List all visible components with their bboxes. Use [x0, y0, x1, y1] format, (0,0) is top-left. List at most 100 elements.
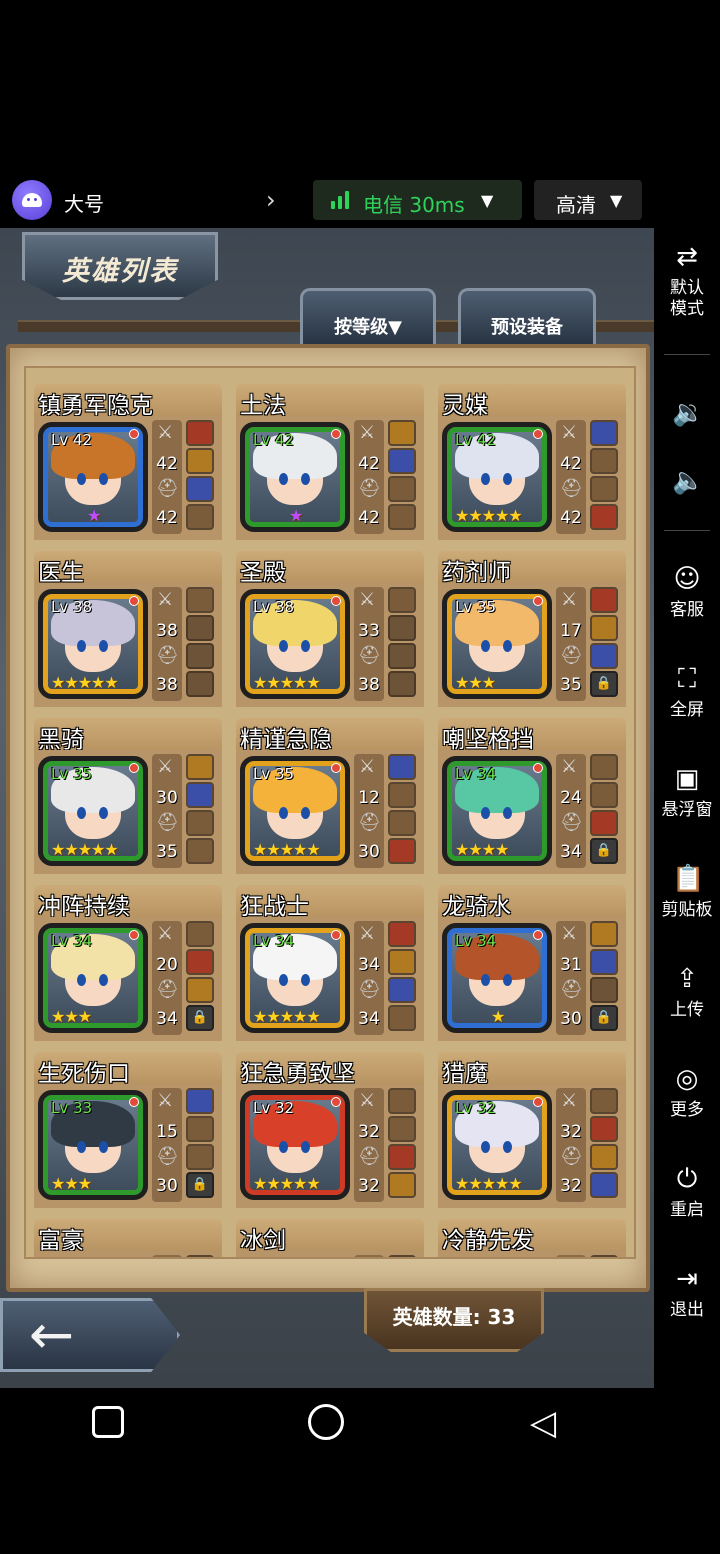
- equipment-slot[interactable]: [186, 1255, 214, 1257]
- hero-card[interactable]: 狂急勇致坚 Lv 32 ★★★★★ ⚔ ⛑ 32 32: [236, 1052, 424, 1208]
- equipment-slot[interactable]: [388, 476, 416, 502]
- hero-portrait[interactable]: [442, 1257, 552, 1259]
- equipment-slot[interactable]: [590, 1144, 618, 1170]
- equipment-slot[interactable]: [388, 810, 416, 836]
- equipment-slot[interactable]: [590, 949, 618, 975]
- equipment-slot[interactable]: [186, 587, 214, 613]
- equipment-slot[interactable]: [590, 921, 618, 947]
- hero-portrait[interactable]: Lv 32 ★★★★★: [240, 1090, 350, 1200]
- equipment-slot[interactable]: [388, 587, 416, 613]
- hero-card[interactable]: 镇勇军隐克 Lv 42 ★ ⚔ ⛑ 42 42: [34, 384, 222, 540]
- hero-card[interactable]: 土法 Lv 42 ★ ⚔ ⛑ 42 42: [236, 384, 424, 540]
- hero-portrait[interactable]: Lv 34 ★★★★★: [240, 923, 350, 1033]
- equipment-slot[interactable]: [590, 754, 618, 780]
- equipment-slot[interactable]: [590, 476, 618, 502]
- equipment-slot[interactable]: [590, 1088, 618, 1114]
- equipment-slot[interactable]: [186, 1116, 214, 1142]
- chevron-right-icon[interactable]: ›: [266, 186, 276, 214]
- volume-down-button[interactable]: 🔈: [654, 466, 720, 496]
- hero-card[interactable]: 猎魔 Lv 32 ★★★★★ ⚔ ⛑ 32 32: [438, 1052, 626, 1208]
- hero-portrait[interactable]: Lv 38 ★★★★★: [240, 589, 350, 699]
- upload-button[interactable]: ⇪ 上传: [654, 964, 720, 1021]
- equipment-slot[interactable]: [186, 921, 214, 947]
- equipment-slot[interactable]: [388, 754, 416, 780]
- equipment-slot[interactable]: [186, 977, 214, 1003]
- support-button[interactable]: ☺ 客服: [654, 564, 720, 621]
- equipment-slot[interactable]: [590, 1172, 618, 1198]
- preset-equipment-tab[interactable]: 预设装备: [458, 288, 596, 344]
- hero-portrait[interactable]: Lv 42 ★: [38, 422, 148, 532]
- hero-portrait[interactable]: Lv 35 ★★★: [442, 589, 552, 699]
- equipment-slot[interactable]: [590, 420, 618, 446]
- equipment-slot[interactable]: [590, 587, 618, 613]
- hero-card[interactable]: 冰剑 ⚔⛑: [236, 1219, 424, 1259]
- home-icon[interactable]: [308, 1404, 344, 1440]
- float-window-button[interactable]: ▣ 悬浮窗: [654, 764, 720, 821]
- hero-portrait[interactable]: Lv 35 ★★★★★: [240, 756, 350, 866]
- hero-card[interactable]: 冷静先发 ⚔⛑: [438, 1219, 626, 1259]
- recent-apps-icon[interactable]: [92, 1406, 124, 1438]
- hero-portrait[interactable]: Lv 33 ★★★: [38, 1090, 148, 1200]
- locked-slot-icon[interactable]: 🔒: [590, 671, 618, 697]
- hero-portrait[interactable]: Lv 34 ★★★: [38, 923, 148, 1033]
- equipment-slot[interactable]: [388, 1005, 416, 1031]
- equipment-slot[interactable]: [186, 615, 214, 641]
- hero-card[interactable]: 圣殿 Lv 38 ★★★★★ ⚔ ⛑ 33 38: [236, 551, 424, 707]
- back-button[interactable]: ←: [0, 1298, 180, 1372]
- equipment-slot[interactable]: [186, 1144, 214, 1170]
- hero-portrait[interactable]: Lv 34 ★★★★: [442, 756, 552, 866]
- network-selector[interactable]: 电信 30ms ▼: [313, 180, 522, 220]
- back-icon[interactable]: ◁: [530, 1406, 556, 1440]
- more-button[interactable]: ◎ 更多: [654, 1064, 720, 1121]
- hero-portrait[interactable]: Lv 42 ★★★★★: [442, 422, 552, 532]
- equipment-slot[interactable]: [186, 420, 214, 446]
- equipment-slot[interactable]: [388, 1116, 416, 1142]
- hero-portrait[interactable]: Lv 35 ★★★★★: [38, 756, 148, 866]
- equipment-slot[interactable]: [388, 838, 416, 864]
- equipment-slot[interactable]: [186, 504, 214, 530]
- hero-portrait[interactable]: Lv 38 ★★★★★: [38, 589, 148, 699]
- equipment-slot[interactable]: [388, 1144, 416, 1170]
- equipment-slot[interactable]: [186, 671, 214, 697]
- hero-portrait[interactable]: [240, 1257, 350, 1259]
- equipment-slot[interactable]: [388, 921, 416, 947]
- equipment-slot[interactable]: [186, 448, 214, 474]
- equipment-slot[interactable]: [186, 476, 214, 502]
- equipment-slot[interactable]: [186, 754, 214, 780]
- volume-up-button[interactable]: 🔉: [654, 398, 720, 428]
- android-avatar-icon[interactable]: [12, 180, 52, 220]
- hero-card[interactable]: 富豪 ⚔⛑: [34, 1219, 222, 1259]
- hero-card[interactable]: 医生 Lv 38 ★★★★★ ⚔ ⛑ 38 38: [34, 551, 222, 707]
- clipboard-button[interactable]: 📋 剪贴板: [654, 864, 720, 921]
- game-viewport[interactable]: 英雄列表 按等级▼ 预设装备 镇勇军隐克 Lv 42 ★ ⚔ ⛑ 42 42 土法 Lv 42 ★…: [0, 228, 654, 1388]
- equipment-slot[interactable]: [186, 1088, 214, 1114]
- hero-portrait[interactable]: Lv 42 ★: [240, 422, 350, 532]
- equipment-slot[interactable]: [590, 615, 618, 641]
- hero-grid[interactable]: 镇勇军隐克 Lv 42 ★ ⚔ ⛑ 42 42 土法 Lv 42 ★ ⚔ ⛑ 42 42 灵媒 Lv 42 ★★…: [24, 366, 636, 1259]
- equipment-slot[interactable]: [388, 782, 416, 808]
- equipment-slot[interactable]: [388, 1172, 416, 1198]
- equipment-slot[interactable]: [388, 949, 416, 975]
- hero-portrait[interactable]: Lv 34 ★: [442, 923, 552, 1033]
- equipment-slot[interactable]: [388, 977, 416, 1003]
- sort-by-level-tab[interactable]: 按等级▼: [300, 288, 436, 344]
- equipment-slot[interactable]: [388, 1088, 416, 1114]
- equipment-slot[interactable]: [590, 977, 618, 1003]
- hero-card[interactable]: 狂战士 Lv 34 ★★★★★ ⚔ ⛑ 34 34: [236, 885, 424, 1041]
- mode-button[interactable]: ⇄ 默认 模式: [654, 242, 720, 320]
- locked-slot-icon[interactable]: 🔒: [186, 1172, 214, 1198]
- equipment-slot[interactable]: [388, 671, 416, 697]
- equipment-slot[interactable]: [388, 615, 416, 641]
- hero-portrait[interactable]: [38, 1257, 148, 1259]
- hero-card[interactable]: 药剂师 Lv 35 ★★★ ⚔ ⛑ 17 35 🔒: [438, 551, 626, 707]
- hero-card[interactable]: 黑骑 Lv 35 ★★★★★ ⚔ ⛑ 30 35: [34, 718, 222, 874]
- hero-card[interactable]: 冲阵持续 Lv 34 ★★★ ⚔ ⛑ 20 34 🔒: [34, 885, 222, 1041]
- equipment-slot[interactable]: [590, 1116, 618, 1142]
- locked-slot-icon[interactable]: 🔒: [590, 1005, 618, 1031]
- hero-portrait[interactable]: Lv 32 ★★★★★: [442, 1090, 552, 1200]
- equipment-slot[interactable]: [590, 643, 618, 669]
- equipment-slot[interactable]: [590, 1255, 618, 1257]
- hero-card[interactable]: 生死伤口 Lv 33 ★★★ ⚔ ⛑ 15 30 🔒: [34, 1052, 222, 1208]
- equipment-slot[interactable]: [388, 448, 416, 474]
- quality-selector[interactable]: 高清 ▼: [534, 180, 642, 220]
